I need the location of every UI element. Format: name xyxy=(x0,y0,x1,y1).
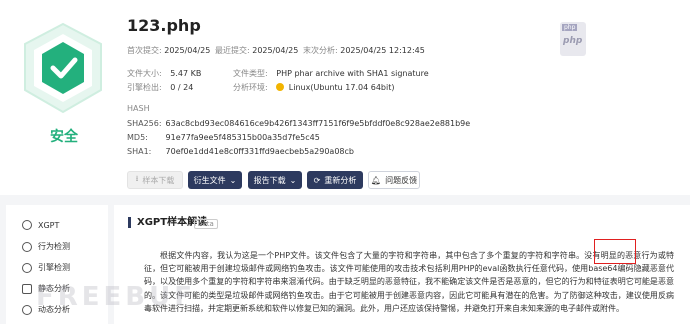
derived-files-button[interactable]: 衍生文件 ⌄ xyxy=(188,171,242,189)
file-type-label: 文件类型: xyxy=(233,69,268,78)
php-tag: php xyxy=(562,24,578,31)
sidebar-item-engine[interactable]: 引擎检测 xyxy=(22,262,70,273)
linux-icon xyxy=(276,83,285,91)
download-label: 样本下载 xyxy=(142,175,175,185)
highlight-box xyxy=(594,239,636,264)
env-label: 分析环境: xyxy=(233,83,268,92)
hash-value: 91e77fa9ee5f485315b00a35d7fe5c45 xyxy=(165,133,320,142)
php-label: php xyxy=(563,36,583,46)
sidebar-item-label: 行为检测 xyxy=(38,242,70,251)
xgpt-icon xyxy=(22,220,32,230)
report-download-button[interactable]: 报告下载 ⌄ xyxy=(248,171,302,189)
feedback-label: 问题反馈 xyxy=(385,175,418,185)
verdict-label: 安全 xyxy=(50,129,78,145)
reanalyze-button[interactable]: ⟳ 重新分析 xyxy=(307,171,363,189)
download-icon: ⭳ xyxy=(135,174,139,183)
behavior-icon xyxy=(22,241,32,252)
sidebar-item-label: 引擎检测 xyxy=(38,263,70,272)
last-submit: 最近提交: 2025/04/25 xyxy=(215,45,298,56)
chevron-down-icon: ⌄ xyxy=(229,175,237,185)
report-download-label: 报告下载 xyxy=(253,175,286,185)
bell-icon: 🔔︎ xyxy=(370,175,382,185)
hash-sha1: SHA1: 70ef0e1dd41e8c0ff331ffd9aecbeb5a29… xyxy=(127,147,354,156)
sidebar-item-label: XGPT xyxy=(38,220,60,230)
reanalyze-label: 重新分析 xyxy=(324,175,357,185)
sidebar-item-xgpt[interactable]: XGPT xyxy=(22,220,59,230)
last-analysis-value: 2025/04/25 12:12:45 xyxy=(340,46,425,55)
engine-icon xyxy=(22,262,32,273)
hash-sha256: SHA256: 63ac8cbd93ec084616ce9b426f1343ff… xyxy=(127,119,470,128)
engine-value: 0 / 24 xyxy=(170,83,194,92)
dynamic-icon xyxy=(22,304,32,315)
engine-label: 引擎检出: xyxy=(127,83,162,92)
hash-key: MD5: xyxy=(127,133,148,142)
first-submit: 首次提交: 2025/04/25 xyxy=(127,45,210,56)
hash-key: SHA1: xyxy=(127,147,152,156)
refresh-icon: ⟳ xyxy=(313,175,321,185)
first-submit-value: 2025/04/25 xyxy=(164,46,211,55)
watermark: FREEBUF xyxy=(36,282,196,312)
xgpt-panel: XGPT样本解读 beta 根据文件内容，我认为这是一个PHP文件。该文件包含了… xyxy=(114,205,690,324)
analysis-env: 分析环境: Linux(Ubuntu 17.04 64bit) xyxy=(233,82,394,93)
file-type-value: PHP phar archive with SHA1 signature xyxy=(276,69,429,78)
derived-files-label: 衍生文件 xyxy=(193,175,226,185)
first-submit-label: 首次提交: xyxy=(127,46,162,55)
static-icon xyxy=(22,283,32,294)
beta-badge: beta xyxy=(194,219,218,229)
feedback-button[interactable]: 🔔︎ 问题反馈 xyxy=(368,171,420,189)
hash-md5: MD5: 91e77fa9ee5f485315b00a35d7fe5c45 xyxy=(127,133,320,142)
file-size-label: 文件大小: xyxy=(127,69,162,78)
hash-key: SHA256: xyxy=(127,119,162,128)
file-name: 123.php xyxy=(127,16,201,35)
last-analysis: 末次分析: 2025/04/25 12:12:45 xyxy=(303,45,425,56)
sidebar-item-behavior[interactable]: 行为检测 xyxy=(22,241,70,252)
file-size-value: 5.47 KB xyxy=(170,69,202,78)
chevron-down-icon: ⌄ xyxy=(289,175,297,185)
safe-shield-icon xyxy=(24,22,102,114)
last-submit-label: 最近提交: xyxy=(215,46,250,55)
env-value: Linux(Ubuntu 17.04 64bit) xyxy=(288,83,395,92)
hash-heading: HASH xyxy=(127,104,150,113)
engine-detection: 引擎检出: 0 / 24 xyxy=(127,82,193,93)
hash-value: 70ef0e1dd41e8c0ff331ffd9aecbeb5a290a08cb xyxy=(165,147,354,156)
last-submit-value: 2025/04/25 xyxy=(252,46,299,55)
php-file-icon: php php xyxy=(560,22,586,56)
last-analysis-label: 末次分析: xyxy=(303,46,338,55)
file-size: 文件大小: 5.47 KB xyxy=(127,68,201,79)
hash-value: 63ac8cbd93ec084616ce9b426f1343ff7151f6f9… xyxy=(165,119,471,128)
file-type: 文件类型: PHP phar archive with SHA1 signatu… xyxy=(233,68,429,79)
download-sample-button[interactable]: ⭳ 样本下载 xyxy=(127,171,183,189)
